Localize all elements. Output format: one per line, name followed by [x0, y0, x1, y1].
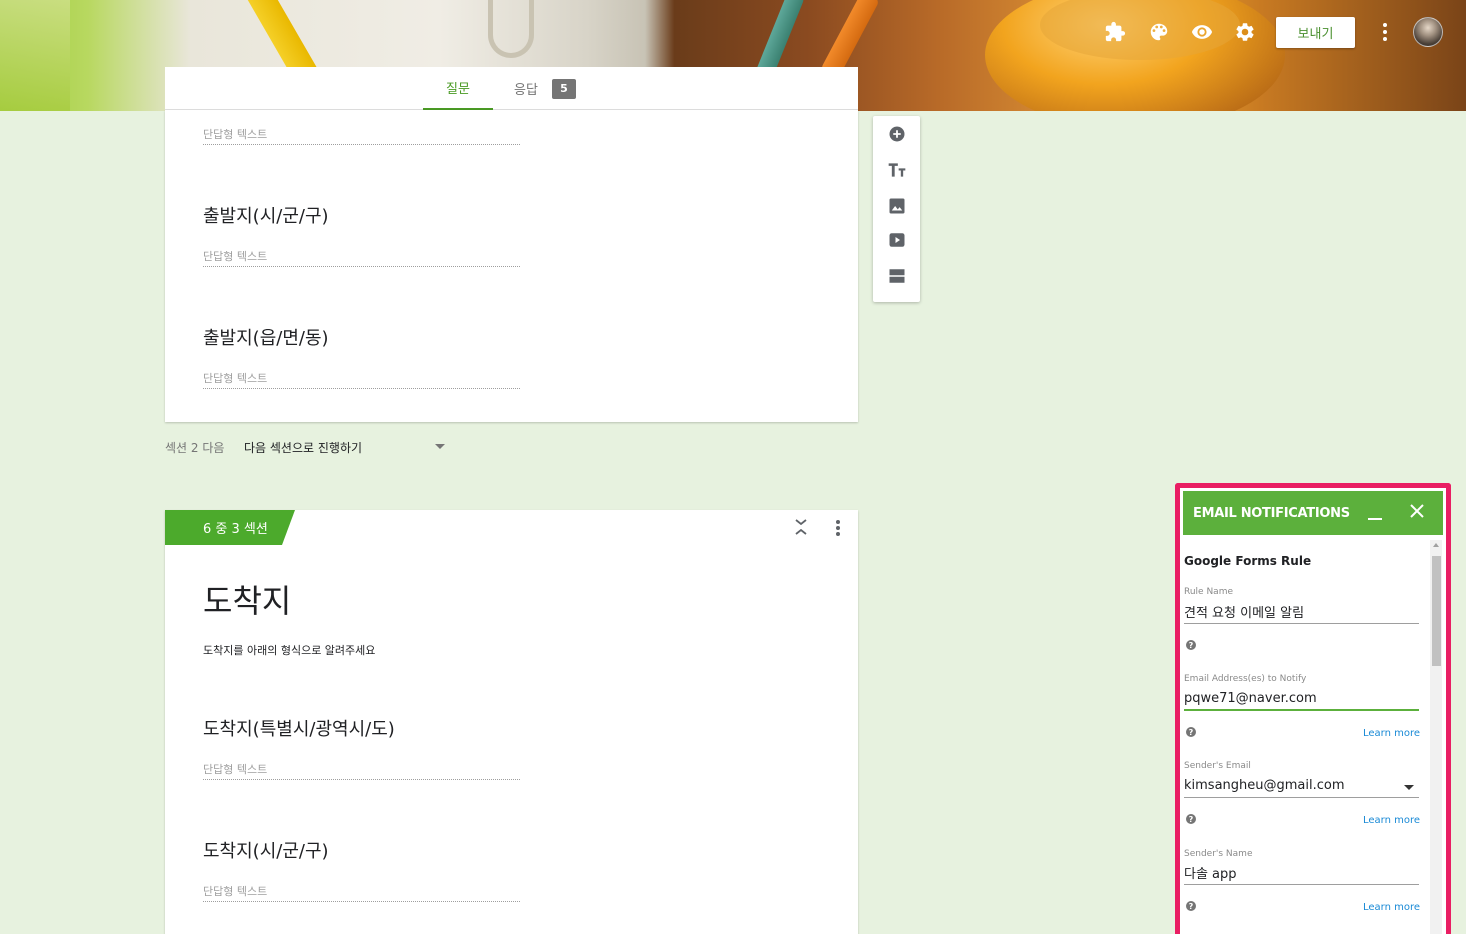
- question-title[interactable]: 출발지(읍/면/동): [203, 324, 329, 350]
- sender-name-input[interactable]: [1184, 861, 1419, 885]
- scroll-up-icon[interactable]: [1433, 543, 1439, 547]
- banner-paperclip: [488, 0, 534, 58]
- tab-responses-label: 응답: [514, 83, 538, 98]
- question-title[interactable]: 도착지(특별시/광역시/도): [203, 715, 395, 741]
- short-answer-placeholder: 단답형 텍스트: [203, 883, 520, 902]
- scrollbar-thumb[interactable]: [1432, 556, 1441, 666]
- email-notifications-panel: EMAIL NOTIFICATIONS Google Forms Rule Ru…: [1175, 483, 1451, 934]
- learn-more-link[interactable]: Learn more: [1363, 902, 1420, 913]
- sender-email-label: Sender's Email: [1184, 761, 1251, 771]
- add-video-icon[interactable]: [885, 228, 909, 252]
- add-question-icon[interactable]: [885, 122, 909, 146]
- add-title-icon[interactable]: [885, 158, 909, 182]
- help-icon[interactable]: ?: [1186, 640, 1196, 650]
- after-section-select[interactable]: 다음 섹션으로 진행하기: [244, 439, 362, 456]
- side-toolbar: [873, 116, 920, 302]
- section-title[interactable]: 도착지: [203, 576, 291, 622]
- question-title[interactable]: 도착지(시/군/구): [203, 837, 329, 863]
- gear-icon[interactable]: [1233, 20, 1257, 44]
- banner-notebook: [0, 0, 70, 111]
- tab-questions-label: 질문: [446, 82, 470, 97]
- close-icon[interactable]: [1409, 503, 1425, 519]
- responses-count-badge: 5: [551, 78, 576, 99]
- section-description[interactable]: 도착지를 아래의 형식으로 알려주세요: [203, 642, 375, 658]
- rule-heading: Google Forms Rule: [1184, 554, 1312, 568]
- learn-more-link[interactable]: Learn more: [1363, 728, 1420, 739]
- sender-name-label: Sender's Name: [1184, 849, 1253, 859]
- question-title[interactable]: 출발지(시/군/구): [203, 202, 329, 228]
- chevron-down-icon[interactable]: [435, 444, 445, 449]
- add-section-icon[interactable]: [885, 264, 909, 288]
- panel-title: EMAIL NOTIFICATIONS: [1193, 505, 1350, 521]
- palette-icon[interactable]: [1147, 20, 1171, 44]
- short-answer-placeholder: 단답형 텍스트: [203, 761, 520, 780]
- rule-name-input[interactable]: [1184, 600, 1419, 624]
- eye-icon[interactable]: [1190, 20, 1214, 44]
- collapse-icon[interactable]: [793, 518, 809, 536]
- help-icon[interactable]: ?: [1186, 901, 1196, 911]
- learn-more-link[interactable]: Learn more: [1363, 815, 1420, 826]
- form-tabs: 질문 응답 5: [165, 67, 858, 110]
- puzzle-icon[interactable]: [1103, 20, 1127, 44]
- panel-scrollbar[interactable]: [1430, 540, 1442, 934]
- short-answer-placeholder: 단답형 텍스트: [203, 370, 520, 389]
- email-notifications-header: EMAIL NOTIFICATIONS: [1183, 491, 1443, 535]
- send-button[interactable]: 보내기: [1276, 17, 1355, 48]
- section-more-icon[interactable]: [835, 519, 841, 537]
- tab-responses[interactable]: 응답 5: [505, 67, 585, 110]
- minimize-icon[interactable]: [1368, 518, 1382, 520]
- avatar[interactable]: [1413, 17, 1443, 47]
- help-icon[interactable]: ?: [1186, 727, 1196, 737]
- rule-name-label: Rule Name: [1184, 587, 1234, 597]
- email-address-input[interactable]: [1184, 687, 1419, 711]
- short-answer-placeholder: 단답형 텍스트: [203, 248, 520, 267]
- tab-questions[interactable]: 질문: [423, 67, 493, 110]
- section-2-card: 단답형 텍스트 출발지(시/군/구) 단답형 텍스트 출발지(읍/면/동) 단답…: [165, 110, 858, 422]
- sender-email-select[interactable]: [1184, 774, 1419, 798]
- email-notifications-form: Google Forms Rule Rule Name ? Email Addr…: [1184, 538, 1424, 934]
- section-tag: 6 중 3 섹션: [165, 510, 295, 545]
- help-icon[interactable]: ?: [1186, 814, 1196, 824]
- after-section-label: 섹션 2 다음: [165, 441, 225, 455]
- more-vert-icon[interactable]: [1380, 20, 1390, 44]
- add-image-icon[interactable]: [885, 194, 909, 218]
- email-address-label: Email Address(es) to Notify: [1184, 674, 1307, 684]
- short-answer-placeholder: 단답형 텍스트: [203, 126, 520, 145]
- chevron-down-icon[interactable]: [1404, 785, 1414, 790]
- section-3-card: 6 중 3 섹션 도착지 도착지를 아래의 형식으로 알려주세요 도착지(특별시…: [165, 510, 858, 934]
